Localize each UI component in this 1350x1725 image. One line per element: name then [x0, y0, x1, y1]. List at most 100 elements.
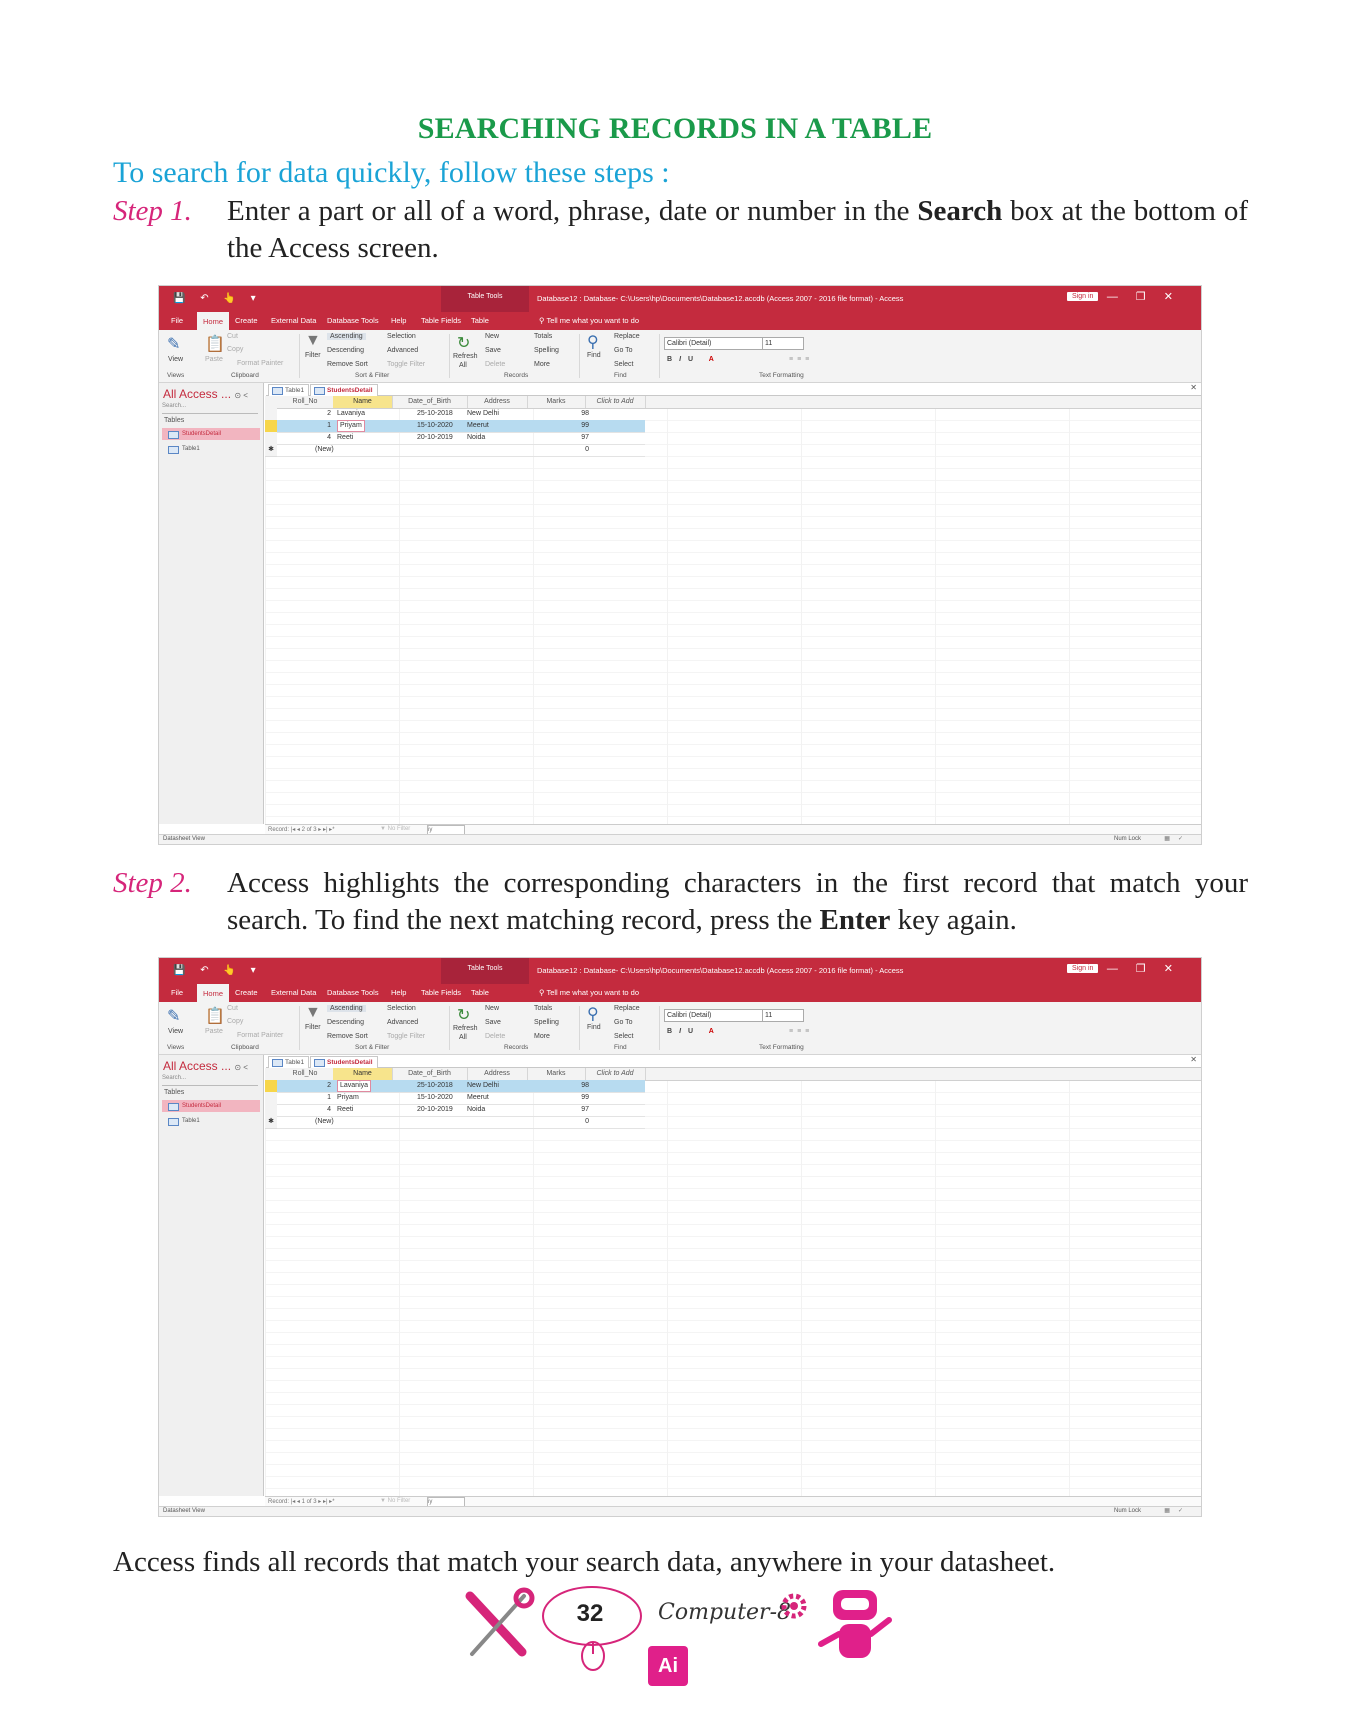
tell-me-box[interactable]: ⚲ Tell me what you want to do	[539, 316, 639, 325]
window-controls[interactable]: —❐✕	[1107, 962, 1191, 975]
tab-help[interactable]: Help	[391, 988, 406, 997]
new-record-selector[interactable]: ✱	[265, 444, 277, 457]
refresh-all-button[interactable]: Refresh	[453, 353, 478, 360]
column-header-name[interactable]: Name	[333, 1068, 393, 1080]
filter-icon[interactable]: ▼	[305, 332, 321, 350]
more-button[interactable]: More	[534, 1033, 550, 1040]
quick-access-toolbar[interactable]: 💾 ↶ 👆 ▾	[173, 965, 262, 976]
cell-date-of-birth[interactable]: 15-10-2020	[417, 420, 453, 432]
tab-file[interactable]: File	[171, 988, 183, 997]
more-button[interactable]: More	[534, 361, 550, 368]
new-record-button[interactable]: New	[485, 333, 499, 340]
sign-in-button[interactable]: Sign in	[1067, 964, 1099, 973]
cell-marks[interactable]: 97	[577, 432, 589, 444]
nav-section-tables[interactable]: Tables	[164, 1089, 184, 1096]
filter-button[interactable]: Filter	[305, 1024, 321, 1031]
save-record-button[interactable]: Save	[485, 347, 501, 354]
no-filter-button[interactable]: ▼ No Filter	[380, 826, 410, 832]
record-navigator[interactable]: Record: |◂ ◂ 1 of 3 ▸ ▸| ▸*	[268, 1498, 335, 1505]
find-icon[interactable]: ⚲	[587, 332, 599, 352]
align-buttons[interactable]: ≡≡≡	[789, 1028, 813, 1035]
paste-button[interactable]: Paste	[205, 356, 223, 363]
cell-roll-no[interactable]: 4	[277, 1104, 331, 1116]
ascending-button[interactable]: Ascending	[327, 1005, 366, 1012]
spelling-button[interactable]: Spelling	[534, 347, 559, 354]
sign-in-button[interactable]: Sign in	[1067, 292, 1099, 301]
tab-table-fields[interactable]: Table Fields	[421, 988, 461, 997]
nav-search-input[interactable]: Search...	[162, 1075, 258, 1086]
refresh-all-button[interactable]: Refresh	[453, 1025, 478, 1032]
cell-marks[interactable]: 98	[577, 408, 589, 420]
column-header-address[interactable]: Address	[467, 1068, 528, 1080]
cell-name[interactable]: Priyam	[337, 1092, 359, 1104]
font-name-select[interactable]: Calibri (Detail)	[664, 337, 763, 350]
new-record-button[interactable]: New	[485, 1005, 499, 1012]
view-switch-icons[interactable]: ▦✓	[1164, 835, 1191, 842]
find-icon[interactable]: ⚲	[587, 1004, 599, 1024]
cell-roll-no[interactable]: 4	[277, 432, 331, 444]
nav-section-tables[interactable]: Tables	[164, 417, 184, 424]
new-record-row[interactable]: (New) 0	[277, 444, 645, 457]
view-button[interactable]: View	[168, 1028, 183, 1035]
cell-name[interactable]: Reeti	[337, 1104, 353, 1116]
close-document-icon[interactable]: ✕	[1190, 383, 1197, 392]
cell-address[interactable]: New Delhi	[467, 1080, 499, 1092]
cell-address[interactable]: New Delhi	[467, 408, 499, 420]
remove-sort-button[interactable]: Remove Sort	[327, 361, 368, 368]
toggle-filter-button[interactable]: Toggle Filter	[387, 361, 425, 368]
spelling-button[interactable]: Spelling	[534, 1019, 559, 1026]
format-buttons[interactable]: BIU A	[667, 1028, 721, 1035]
column-header-click-to-add[interactable]: Click to Add	[585, 396, 646, 408]
tab-home[interactable]: Home	[197, 984, 230, 1002]
tab-home[interactable]: Home	[197, 312, 230, 330]
advanced-button[interactable]: Advanced	[387, 347, 418, 354]
column-header-click-to-add[interactable]: Click to Add	[585, 1068, 646, 1080]
copy-button[interactable]: Copy	[227, 346, 243, 353]
new-record-selector[interactable]: ✱	[265, 1116, 277, 1129]
filter-icon[interactable]: ▼	[305, 1004, 321, 1022]
align-buttons[interactable]: ≡≡≡	[789, 356, 813, 363]
cut-button[interactable]: Cut	[227, 1005, 238, 1012]
cell-name[interactable]: Reeti	[337, 432, 353, 444]
nav-item-table1[interactable]: Table1	[162, 1115, 260, 1127]
remove-sort-button[interactable]: Remove Sort	[327, 1033, 368, 1040]
tab-external-data[interactable]: External Data	[271, 988, 316, 997]
font-size-select[interactable]: 11	[762, 337, 804, 350]
tab-help[interactable]: Help	[391, 316, 406, 325]
doc-tab-studentsdetail[interactable]: StudentsDetail	[310, 1056, 378, 1068]
paste-icon[interactable]: 📋	[205, 1006, 225, 1026]
totals-button[interactable]: Totals	[534, 1005, 552, 1012]
view-button[interactable]: View	[168, 356, 183, 363]
new-record-row[interactable]: (New) 0	[277, 1116, 645, 1129]
view-icon[interactable]: ✎	[167, 1006, 180, 1026]
doc-tab-table1[interactable]: Table1	[268, 1056, 310, 1068]
select-button[interactable]: Select	[614, 1033, 633, 1040]
font-name-select[interactable]: Calibri (Detail)	[664, 1009, 763, 1022]
cell-roll-no[interactable]: 2	[277, 408, 331, 420]
column-header-roll_no[interactable]: Roll_No	[277, 396, 334, 408]
tell-me-box[interactable]: ⚲ Tell me what you want to do	[539, 988, 639, 997]
paste-icon[interactable]: 📋	[205, 334, 225, 354]
record-navigator[interactable]: Record: |◂ ◂ 2 of 3 ▸ ▸| ▸*	[268, 826, 335, 833]
copy-button[interactable]: Copy	[227, 1018, 243, 1025]
descending-button[interactable]: Descending	[327, 347, 364, 354]
go-to-button[interactable]: Go To	[614, 1019, 633, 1026]
column-header-date_of_birth[interactable]: Date_of_Birth	[392, 396, 468, 408]
selection-button[interactable]: Selection	[387, 1005, 416, 1012]
select-button[interactable]: Select	[614, 361, 633, 368]
go-to-button[interactable]: Go To	[614, 347, 633, 354]
tab-database-tools[interactable]: Database Tools	[327, 988, 379, 997]
font-size-select[interactable]: 11	[762, 1009, 804, 1022]
nav-item-studentsdetail[interactable]: StudentsDetail	[162, 1100, 260, 1112]
cell-name[interactable]: Lavaniya	[337, 1080, 372, 1092]
tab-table-fields[interactable]: Table Fields	[421, 316, 461, 325]
filter-button[interactable]: Filter	[305, 352, 321, 359]
format-painter-button[interactable]: Format Painter	[237, 1032, 283, 1039]
window-controls[interactable]: —❐✕	[1107, 290, 1191, 303]
nav-search-input[interactable]: Search...	[162, 403, 258, 414]
cell-date-of-birth[interactable]: 25-10-2018	[417, 1080, 453, 1092]
cell-date-of-birth[interactable]: 20-10-2019	[417, 432, 453, 444]
column-header-address[interactable]: Address	[467, 396, 528, 408]
cell-marks[interactable]: 99	[577, 420, 589, 432]
cell-address[interactable]: Meerut	[467, 420, 489, 432]
